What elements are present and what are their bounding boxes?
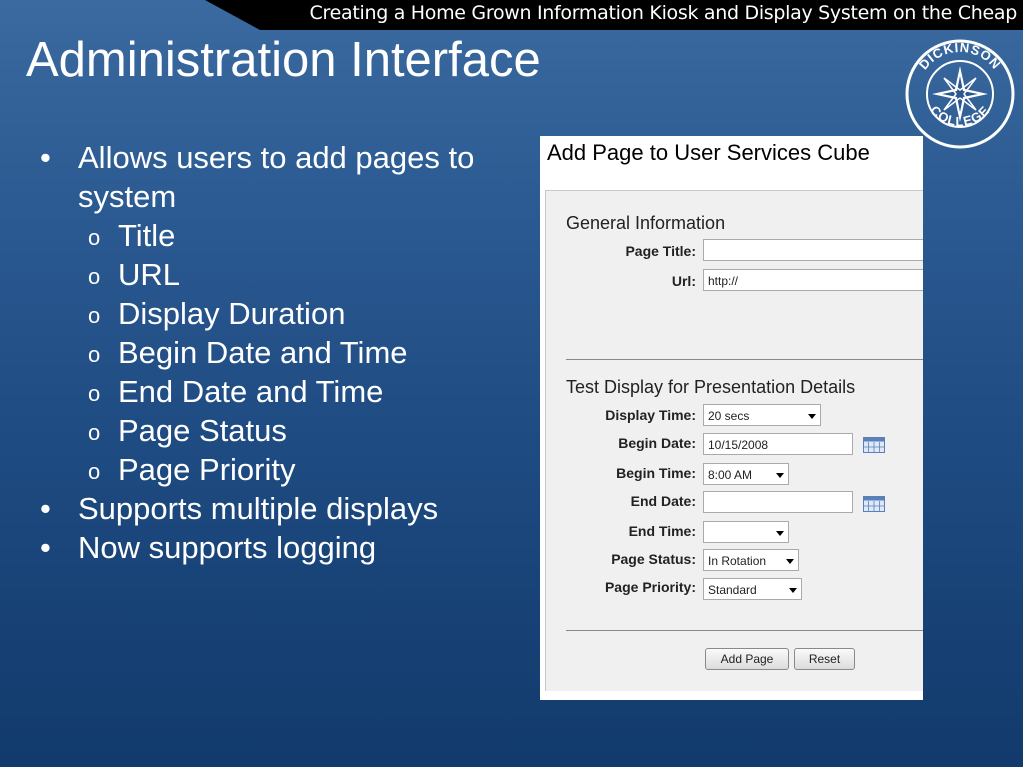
add-page-form-screenshot: Add Page to User Services Cube General I… xyxy=(540,136,923,700)
page-status-select[interactable]: In Rotation xyxy=(703,549,799,571)
sub-bullet-marker: o xyxy=(88,459,101,484)
bullet-list: • Allows users to add pages to system oT… xyxy=(40,138,508,567)
slide-title: Administration Interface xyxy=(26,33,541,87)
chevron-down-icon xyxy=(786,559,794,564)
page-priority-select[interactable]: Standard xyxy=(703,578,802,600)
chevron-down-icon xyxy=(808,414,816,419)
sub-bullet-marker: o xyxy=(88,225,101,250)
add-page-button[interactable]: Add Page xyxy=(705,648,789,670)
url-input[interactable]: http:// xyxy=(703,269,923,291)
chevron-down-icon xyxy=(776,473,784,478)
college-seal-logo: DICKINSON COLLEGE xyxy=(905,39,1015,149)
begin-time-value: 8:00 AM xyxy=(708,468,753,482)
begin-time-label: Begin Time: xyxy=(616,465,696,481)
sub-bullet-text: URL xyxy=(118,257,181,292)
url-label: Url: xyxy=(671,273,696,289)
bullet-item: • Supports multiple displays xyxy=(40,489,508,528)
form-body: General Information Page Title: Url: htt… xyxy=(545,190,923,691)
end-date-input[interactable] xyxy=(703,491,853,513)
bullet-dot: • xyxy=(40,530,51,565)
bullet-item: • Allows users to add pages to system xyxy=(40,138,508,216)
sub-bullet-text: Page Status xyxy=(118,413,287,448)
sub-bullet-marker: o xyxy=(88,264,101,289)
page-priority-value: Standard xyxy=(708,583,757,597)
begin-date-input[interactable]: 10/15/2008 xyxy=(703,433,853,455)
sub-bullet-item: o End Date and Time xyxy=(40,372,508,411)
display-time-label: Display Time: xyxy=(605,407,696,423)
sub-bullet-text: Page Priority xyxy=(118,452,296,487)
banner-text: Creating a Home Grown Information Kiosk … xyxy=(309,2,1018,24)
page-title-label: Page Title: xyxy=(625,243,696,259)
sub-bullet-item: o Title xyxy=(40,216,508,255)
sub-bullet-item: o Page Status xyxy=(40,411,508,450)
bullet-text: Allows users to add pages to system xyxy=(78,140,475,214)
sub-bullet-item: o Display Duration xyxy=(40,294,508,333)
sub-bullet-item: o URL xyxy=(40,255,508,294)
end-date-label: End Date: xyxy=(630,493,696,509)
sub-bullet-marker: o xyxy=(88,420,101,445)
test-display-heading: Test Display for Presentation Details xyxy=(566,377,856,397)
display-time-value: 20 secs xyxy=(708,409,750,423)
sub-bullet-text: Title xyxy=(118,218,176,253)
sub-bullet-item: o Page Priority xyxy=(40,450,508,489)
sub-bullet-marker: o xyxy=(88,342,101,367)
page-priority-label: Page Priority: xyxy=(604,579,696,595)
form-title: Add Page to User Services Cube xyxy=(547,140,870,165)
begin-time-select[interactable]: 8:00 AM xyxy=(703,463,789,485)
page-status-label: Page Status: xyxy=(611,551,696,567)
sub-bullet-text: End Date and Time xyxy=(118,374,384,409)
end-time-label: End Time: xyxy=(628,523,696,539)
section-divider xyxy=(566,630,923,631)
top-banner: Creating a Home Grown Information Kiosk … xyxy=(205,0,1023,30)
chevron-down-icon xyxy=(789,588,797,593)
sub-bullet-marker: o xyxy=(88,303,101,328)
bullet-text: Now supports logging xyxy=(78,530,377,565)
section-divider xyxy=(566,359,923,360)
bullet-text: Supports multiple displays xyxy=(78,491,439,526)
sub-bullet-text: Begin Date and Time xyxy=(118,335,408,370)
bullet-dot: • xyxy=(40,140,51,175)
bullet-item: • Now supports logging xyxy=(40,528,508,567)
calendar-icon[interactable] xyxy=(863,496,885,512)
reset-button[interactable]: Reset xyxy=(794,648,855,670)
chevron-down-icon xyxy=(776,531,784,536)
calendar-icon[interactable] xyxy=(863,437,885,453)
general-info-heading: General Information xyxy=(566,213,726,233)
page-status-value: In Rotation xyxy=(708,554,767,568)
sub-bullet-item: o Begin Date and Time xyxy=(40,333,508,372)
begin-date-label: Begin Date: xyxy=(618,435,696,451)
bullet-dot: • xyxy=(40,491,51,526)
page-title-input[interactable] xyxy=(703,239,923,261)
display-time-select[interactable]: 20 secs xyxy=(703,404,821,426)
end-time-select[interactable] xyxy=(703,521,789,543)
sub-bullet-text: Display Duration xyxy=(118,296,346,331)
sub-bullet-marker: o xyxy=(88,381,101,406)
